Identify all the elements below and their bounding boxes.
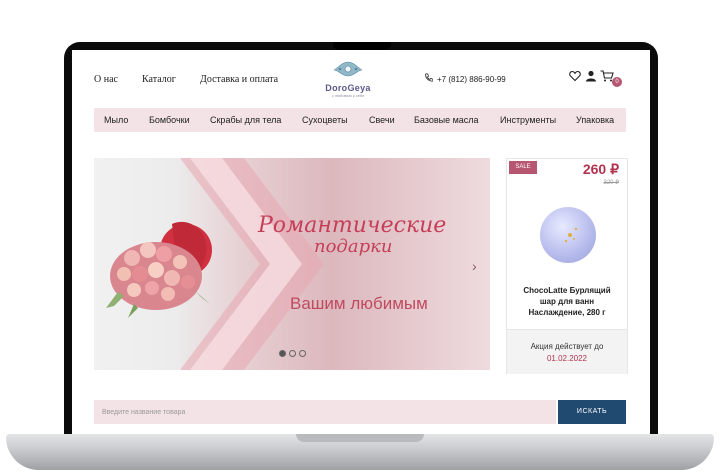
category-candles[interactable]: Свечи [369,115,395,125]
nav-about[interactable]: О нас [94,74,118,85]
promo-text: Акция действует до [530,342,604,351]
sale-product-card[interactable]: SALE 260 ₽ 320 ₽ ChocoLatte Бурлящий шар… [506,158,628,374]
bath-bomb-image[interactable] [540,207,596,263]
search-button[interactable]: ИСКАТЬ [558,400,626,424]
slider-dot-2[interactable] [289,350,296,357]
slider-dot-3[interactable] [299,350,306,357]
slider-dot-1[interactable] [279,350,286,357]
phone-text: +7 (812) 886-90-99 [437,75,506,84]
logo-ornament-icon [333,61,363,77]
product-price: 260 ₽ [582,161,619,177]
logo-text: DoroGeya [325,83,371,93]
laptop-notch [333,42,391,50]
banner-decoration [106,158,324,370]
promo-date: 01.02.2022 [546,354,588,363]
laptop-base-groove [296,434,424,442]
search-input[interactable] [94,400,556,424]
product-name[interactable]: ChocoLatte Бурлящий шар для ванн Наслажд… [515,285,619,318]
logo-subtitle: с любовью к себе [331,93,365,98]
nav-delivery[interactable]: Доставка и оплата [200,74,278,85]
category-packaging[interactable]: Упаковка [576,115,614,125]
banner-title: Романтические [258,213,447,238]
category-bath-bombs[interactable]: Бомбочки [149,115,190,125]
site-logo[interactable]: DoroGeya с любовью к себе [323,60,373,100]
category-tools[interactable]: Инструменты [500,115,556,125]
product-old-price: 320 ₽ [603,180,620,186]
banner-title-line2: подарки [314,236,393,257]
category-base-oils[interactable]: Базовые масла [414,115,479,125]
banner-subtitle: Вашим любимым [290,294,428,313]
bath-bomb-sparkles [564,227,578,243]
category-soap[interactable]: Мыло [104,115,128,125]
promo-banner[interactable]: Романтические подарки Вашим любимым › [94,158,490,370]
category-dried-flowers[interactable]: Сухоцветы [302,115,348,125]
website-screen: О нас Каталог Доставка и оплата DoroGeya… [72,50,650,435]
cart-count-badge: 0 [612,77,622,87]
promo-footer: Акция действует до 01.02.2022 [507,329,627,374]
sale-badge: SALE [509,161,537,174]
phone-number[interactable]: +7 (812) 886-90-99 [424,73,506,84]
heart-icon[interactable] [569,70,581,82]
phone-icon [425,73,433,82]
category-body-scrubs[interactable]: Скрабы для тела [210,115,281,125]
chevron-right-icon[interactable]: › [472,258,477,274]
nav-catalog[interactable]: Каталог [142,74,176,85]
category-bar: Мыло Бомбочки Скрабы для тела Сухоцветы … [94,108,626,132]
user-icon[interactable] [585,70,597,82]
